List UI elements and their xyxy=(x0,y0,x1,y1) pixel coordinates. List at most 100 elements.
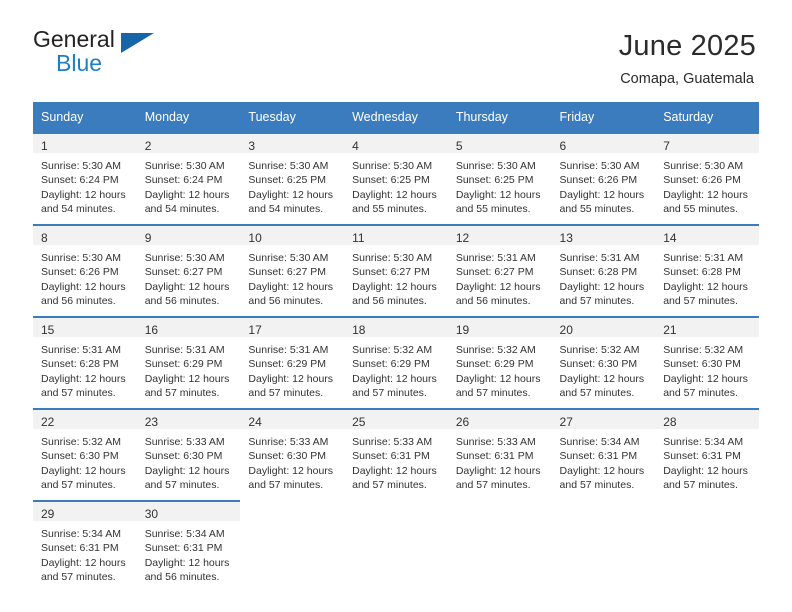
daylight-text: Daylight: 12 hours and 55 minutes. xyxy=(352,188,437,215)
calendar-day-cell[interactable]: 25 Sunrise: 5:33 AM Sunset: 6:31 PM Dayligh… xyxy=(344,408,448,501)
calendar-day-cell[interactable]: 22 Sunrise: 5:32 AM Sunset: 6:30 PM Dayligh… xyxy=(33,408,137,501)
daylight-text: Daylight: 12 hours and 57 minutes. xyxy=(41,556,126,583)
sunrise-text: Sunrise: 5:30 AM xyxy=(455,160,536,173)
sunrise-text: Sunrise: 5:31 AM xyxy=(559,252,640,265)
day-number-band: 21 xyxy=(655,316,759,338)
calendar-day-cell[interactable]: 26 Sunrise: 5:33 AM Sunset: 6:31 PM Dayligh… xyxy=(447,408,552,501)
calendar-day-cell[interactable]: 10 Sunrise: 5:30 AM Sunset: 6:27 PM Dayligh… xyxy=(240,224,345,317)
daylight-text: Daylight: 12 hours and 55 minutes. xyxy=(455,188,541,215)
day-cell-inner: 14 Sunrise: 5:31 AM Sunset: 6:28 PM Dayligh… xyxy=(655,224,759,316)
day-number-band: 24 xyxy=(240,408,345,430)
daylight-text: Daylight: 12 hours and 57 minutes. xyxy=(41,372,126,399)
calendar-day-cell[interactable]: 27 Sunrise: 5:34 AM Sunset: 6:31 PM Dayligh… xyxy=(551,408,656,501)
day-number-band: 15 xyxy=(33,316,137,338)
day-cell-details: Sunrise: 5:30 AM Sunset: 6:25 PM Daylight:… xyxy=(240,153,344,216)
daylight-text: Daylight: 12 hours and 55 minutes. xyxy=(663,188,748,215)
sunset-text: Sunset: 6:29 PM xyxy=(144,358,223,371)
day-number: 18 xyxy=(352,323,366,338)
day-cell-details: Sunrise: 5:30 AM Sunset: 6:27 PM Daylight:… xyxy=(344,245,448,308)
sunrise-text: Sunrise: 5:34 AM xyxy=(41,528,121,541)
calendar-day-cell[interactable]: 5 Sunrise: 5:30 AM Sunset: 6:25 PM Daylight… xyxy=(447,132,552,225)
sunrise-text: Sunrise: 5:30 AM xyxy=(41,160,121,173)
sunset-text: Sunset: 6:31 PM xyxy=(144,542,223,555)
general-blue-logo[interactable]: General Blue xyxy=(33,28,154,76)
calendar-day-cell[interactable]: 24 Sunrise: 5:33 AM Sunset: 6:30 PM Dayligh… xyxy=(240,408,345,501)
daylight-text: Daylight: 12 hours and 57 minutes. xyxy=(248,464,334,491)
calendar-day-cell[interactable]: 20 Sunrise: 5:32 AM Sunset: 6:30 PM Dayligh… xyxy=(551,316,656,409)
calendar-day-cell[interactable]: 1 Sunrise: 5:30 AM Sunset: 6:24 PM Daylight… xyxy=(33,132,137,225)
calendar-day-cell[interactable]: 17 Sunrise: 5:31 AM Sunset: 6:29 PM Dayligh… xyxy=(240,316,345,409)
calendar-day-cell[interactable]: 23 Sunrise: 5:33 AM Sunset: 6:30 PM Dayligh… xyxy=(136,408,241,501)
day-number-band: 8 xyxy=(33,224,137,246)
day-number: 2 xyxy=(144,139,152,154)
calendar-day-cell[interactable]: 19 Sunrise: 5:32 AM Sunset: 6:29 PM Dayligh… xyxy=(447,316,552,409)
sunset-text: Sunset: 6:25 PM xyxy=(455,174,534,187)
day-number: 22 xyxy=(41,415,55,430)
calendar-day-cell[interactable]: 18 Sunrise: 5:32 AM Sunset: 6:29 PM Dayligh… xyxy=(344,316,448,409)
sunset-text: Sunset: 6:24 PM xyxy=(41,174,119,187)
calendar-day-cell[interactable]: 29 Sunrise: 5:34 AM Sunset: 6:31 PM Dayligh… xyxy=(33,500,137,593)
calendar-page: General Blue June 2025 Comapa, Guatemala… xyxy=(0,0,792,612)
sunset-text: Sunset: 6:26 PM xyxy=(41,266,119,279)
day-cell-inner: 1 Sunrise: 5:30 AM Sunset: 6:24 PM Daylight… xyxy=(33,132,137,224)
sunset-text: Sunset: 6:29 PM xyxy=(248,358,327,371)
calendar-day-cell[interactable]: 2 Sunrise: 5:30 AM Sunset: 6:24 PM Daylight… xyxy=(136,132,241,225)
day-cell-details: Sunrise: 5:30 AM Sunset: 6:26 PM Daylight:… xyxy=(655,153,759,216)
day-number: 20 xyxy=(559,323,573,338)
calendar-table: Sunday Monday Tuesday Wednesday Thursday… xyxy=(33,102,759,593)
calendar-day-cell[interactable]: 3 Sunrise: 5:30 AM Sunset: 6:25 PM Daylight… xyxy=(240,132,345,225)
day-cell-inner: 18 Sunrise: 5:32 AM Sunset: 6:29 PM Dayligh… xyxy=(344,316,448,408)
sunset-text: Sunset: 6:30 PM xyxy=(144,450,223,463)
day-cell-inner: 30 Sunrise: 5:34 AM Sunset: 6:31 PM Dayligh… xyxy=(136,500,241,592)
sunset-text: Sunset: 6:31 PM xyxy=(559,450,638,463)
day-number: 16 xyxy=(144,323,159,338)
calendar-day-cell[interactable]: 28 Sunrise: 5:34 AM Sunset: 6:31 PM Dayligh… xyxy=(655,408,759,501)
day-number: 19 xyxy=(455,323,470,338)
calendar-day-cell[interactable]: 13 Sunrise: 5:31 AM Sunset: 6:28 PM Dayligh… xyxy=(551,224,656,317)
day-cell-inner: 20 Sunrise: 5:32 AM Sunset: 6:30 PM Dayligh… xyxy=(551,316,656,408)
day-number-band: 12 xyxy=(447,224,552,246)
calendar-day-cell[interactable]: 9 Sunrise: 5:30 AM Sunset: 6:27 PM Daylight… xyxy=(136,224,241,317)
calendar-week-row: 15 Sunrise: 5:31 AM Sunset: 6:28 PM Dayligh… xyxy=(33,316,759,409)
day-cell-inner: 11 Sunrise: 5:30 AM Sunset: 6:27 PM Dayligh… xyxy=(344,224,448,316)
sunrise-text: Sunrise: 5:30 AM xyxy=(144,252,225,265)
day-number: 13 xyxy=(559,231,573,246)
day-cell-inner: 8 Sunrise: 5:30 AM Sunset: 6:26 PM Daylight… xyxy=(33,224,137,316)
calendar-day-cell[interactable]: 6 Sunrise: 5:30 AM Sunset: 6:26 PM Daylight… xyxy=(551,132,656,225)
day-cell-details: Sunrise: 5:30 AM Sunset: 6:24 PM Daylight:… xyxy=(137,153,241,216)
calendar-day-cell[interactable]: 4 Sunrise: 5:30 AM Sunset: 6:25 PM Daylight… xyxy=(344,132,448,225)
calendar-day-cell[interactable]: 16 Sunrise: 5:31 AM Sunset: 6:29 PM Dayligh… xyxy=(136,316,241,409)
day-number: 9 xyxy=(144,231,152,246)
weekday-header-thursday: Thursday xyxy=(447,102,552,133)
day-cell-details: Sunrise: 5:33 AM Sunset: 6:31 PM Daylight:… xyxy=(448,429,552,492)
calendar-day-cell[interactable]: 21 Sunrise: 5:32 AM Sunset: 6:30 PM Dayligh… xyxy=(655,316,759,409)
sunrise-text: Sunrise: 5:31 AM xyxy=(144,344,225,357)
daylight-text: Daylight: 12 hours and 57 minutes. xyxy=(559,372,645,399)
day-cell-details: Sunrise: 5:30 AM Sunset: 6:27 PM Daylight:… xyxy=(137,245,241,308)
calendar-day-cell[interactable]: 15 Sunrise: 5:31 AM Sunset: 6:28 PM Dayligh… xyxy=(33,316,137,409)
daylight-text: Daylight: 12 hours and 57 minutes. xyxy=(41,464,126,491)
calendar-day-cell[interactable]: 8 Sunrise: 5:30 AM Sunset: 6:26 PM Daylight… xyxy=(33,224,137,317)
sunrise-text: Sunrise: 5:30 AM xyxy=(559,160,640,173)
calendar-day-cell[interactable]: 30 Sunrise: 5:34 AM Sunset: 6:31 PM Dayligh… xyxy=(136,500,241,593)
day-cell-details: Sunrise: 5:30 AM Sunset: 6:25 PM Daylight:… xyxy=(448,153,552,216)
day-number: 25 xyxy=(352,415,366,430)
calendar-cell-empty xyxy=(344,500,448,593)
calendar-day-cell[interactable]: 14 Sunrise: 5:31 AM Sunset: 6:28 PM Dayligh… xyxy=(655,224,759,317)
calendar-week-row: 8 Sunrise: 5:30 AM Sunset: 6:26 PM Daylight… xyxy=(33,224,759,317)
calendar-day-cell[interactable]: 11 Sunrise: 5:30 AM Sunset: 6:27 PM Dayligh… xyxy=(344,224,448,317)
day-cell-inner: 10 Sunrise: 5:30 AM Sunset: 6:27 PM Dayligh… xyxy=(240,224,345,316)
day-cell-details: Sunrise: 5:34 AM Sunset: 6:31 PM Daylight:… xyxy=(655,429,759,492)
day-number-band: 20 xyxy=(551,316,656,338)
day-cell-inner: 22 Sunrise: 5:32 AM Sunset: 6:30 PM Dayligh… xyxy=(33,408,137,500)
calendar-day-cell[interactable]: 7 Sunrise: 5:30 AM Sunset: 6:26 PM Daylight… xyxy=(655,132,759,225)
sunset-text: Sunset: 6:27 PM xyxy=(248,266,327,279)
day-number: 7 xyxy=(663,139,670,154)
sunrise-text: Sunrise: 5:32 AM xyxy=(455,344,536,357)
daylight-text: Daylight: 12 hours and 56 minutes. xyxy=(144,280,230,307)
daylight-text: Daylight: 12 hours and 54 minutes. xyxy=(144,188,230,215)
day-cell-details: Sunrise: 5:30 AM Sunset: 6:24 PM Daylight:… xyxy=(33,153,137,216)
day-number: 24 xyxy=(248,415,262,430)
calendar-day-cell[interactable]: 12 Sunrise: 5:31 AM Sunset: 6:27 PM Dayligh… xyxy=(447,224,552,317)
page-header: General Blue June 2025 Comapa, Guatemala xyxy=(0,0,792,88)
